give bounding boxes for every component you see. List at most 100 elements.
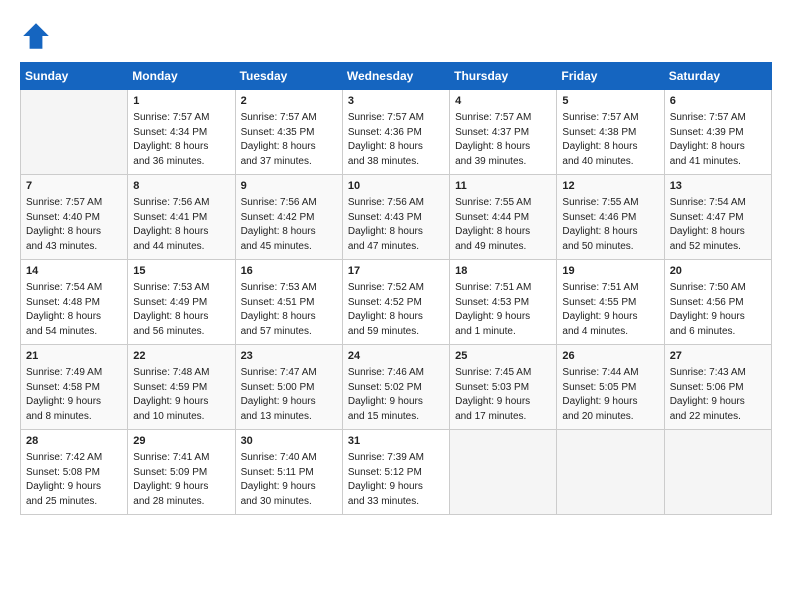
day-number: 18 [455,264,551,279]
day-info: Sunrise: 7:44 AM Sunset: 5:05 PM Dayligh… [562,366,658,424]
calendar-cell: 23 Sunrise: 7:47 AM Sunset: 5:00 PM Dayli… [235,345,342,430]
calendar-cell [450,430,557,515]
day-number: 6 [670,94,766,109]
day-info: Sunrise: 7:43 AM Sunset: 5:06 PM Dayligh… [670,366,766,424]
calendar-cell: 4 Sunrise: 7:57 AM Sunset: 4:37 PM Daylig… [450,90,557,175]
day-info: Sunrise: 7:55 AM Sunset: 4:46 PM Dayligh… [562,196,658,254]
weekday-header: Saturday [664,63,771,90]
day-info: Sunrise: 7:50 AM Sunset: 4:56 PM Dayligh… [670,281,766,339]
calendar-cell: 21 Sunrise: 7:49 AM Sunset: 4:58 PM Dayli… [21,345,128,430]
day-number: 2 [241,94,337,109]
page-header [20,20,772,52]
day-number: 22 [133,349,229,364]
calendar-cell [664,430,771,515]
day-number: 19 [562,264,658,279]
calendar-cell: 27 Sunrise: 7:43 AM Sunset: 5:06 PM Dayli… [664,345,771,430]
day-number: 27 [670,349,766,364]
calendar-table: SundayMondayTuesdayWednesdayThursdayFrid… [20,62,772,515]
day-info: Sunrise: 7:57 AM Sunset: 4:39 PM Dayligh… [670,111,766,169]
day-number: 9 [241,179,337,194]
logo-icon [20,20,52,52]
day-number: 14 [26,264,122,279]
day-number: 15 [133,264,229,279]
calendar-week-row: 21 Sunrise: 7:49 AM Sunset: 4:58 PM Dayli… [21,345,772,430]
day-info: Sunrise: 7:53 AM Sunset: 4:49 PM Dayligh… [133,281,229,339]
calendar-cell: 5Sunrise: 7:57 AM Sunset: 4:38 PM Daylig… [557,90,664,175]
day-info: Sunrise: 7:39 AM Sunset: 5:12 PM Dayligh… [348,451,444,509]
day-info: Sunrise: 7:56 AM Sunset: 4:43 PM Dayligh… [348,196,444,254]
weekday-header: Thursday [450,63,557,90]
day-number: 26 [562,349,658,364]
day-number: 7 [26,179,122,194]
calendar-cell: 10 Sunrise: 7:56 AM Sunset: 4:43 PM Dayli… [342,175,449,260]
calendar-week-row: 1Sunrise: 7:57 AM Sunset: 4:34 PM Daylig… [21,90,772,175]
day-info: Sunrise: 7:46 AM Sunset: 5:02 PM Dayligh… [348,366,444,424]
day-number: 8 [133,179,229,194]
calendar-week-row: 14 Sunrise: 7:54 AM Sunset: 4:48 PM Dayli… [21,260,772,345]
day-number: 12 [562,179,658,194]
calendar-week-row: 28Sunrise: 7:42 AM Sunset: 5:08 PM Dayli… [21,430,772,515]
calendar-cell: 26 Sunrise: 7:44 AM Sunset: 5:05 PM Dayli… [557,345,664,430]
day-info: Sunrise: 7:56 AM Sunset: 4:41 PM Dayligh… [133,196,229,254]
calendar-cell: 18 Sunrise: 7:51 AM Sunset: 4:53 PM Dayli… [450,260,557,345]
calendar-cell: 2Sunrise: 7:57 AM Sunset: 4:35 PM Daylig… [235,90,342,175]
weekday-header: Sunday [21,63,128,90]
calendar-cell: 24Sunrise: 7:46 AM Sunset: 5:02 PM Dayli… [342,345,449,430]
calendar-cell: 30 Sunrise: 7:40 AM Sunset: 5:11 PM Dayli… [235,430,342,515]
day-number: 16 [241,264,337,279]
day-info: Sunrise: 7:40 AM Sunset: 5:11 PM Dayligh… [241,451,337,509]
calendar-cell: 29Sunrise: 7:41 AM Sunset: 5:09 PM Dayli… [128,430,235,515]
day-info: Sunrise: 7:54 AM Sunset: 4:47 PM Dayligh… [670,196,766,254]
calendar-cell [21,90,128,175]
day-number: 23 [241,349,337,364]
day-info: Sunrise: 7:48 AM Sunset: 4:59 PM Dayligh… [133,366,229,424]
day-info: Sunrise: 7:56 AM Sunset: 4:42 PM Dayligh… [241,196,337,254]
calendar-cell: 11 Sunrise: 7:55 AM Sunset: 4:44 PM Dayli… [450,175,557,260]
calendar-cell: 15 Sunrise: 7:53 AM Sunset: 4:49 PM Dayli… [128,260,235,345]
day-number: 11 [455,179,551,194]
calendar-cell: 31 Sunrise: 7:39 AM Sunset: 5:12 PM Dayli… [342,430,449,515]
day-number: 31 [348,434,444,449]
day-info: Sunrise: 7:57 AM Sunset: 4:40 PM Dayligh… [26,196,122,254]
day-number: 3 [348,94,444,109]
day-number: 21 [26,349,122,364]
day-number: 13 [670,179,766,194]
calendar-cell: 7 Sunrise: 7:57 AM Sunset: 4:40 PM Daylig… [21,175,128,260]
day-info: Sunrise: 7:51 AM Sunset: 4:55 PM Dayligh… [562,281,658,339]
calendar-cell: 12 Sunrise: 7:55 AM Sunset: 4:46 PM Dayli… [557,175,664,260]
calendar-cell: 13 Sunrise: 7:54 AM Sunset: 4:47 PM Dayli… [664,175,771,260]
day-info: Sunrise: 7:55 AM Sunset: 4:44 PM Dayligh… [455,196,551,254]
calendar-cell: 9 Sunrise: 7:56 AM Sunset: 4:42 PM Daylig… [235,175,342,260]
day-number: 4 [455,94,551,109]
day-info: Sunrise: 7:51 AM Sunset: 4:53 PM Dayligh… [455,281,551,339]
day-info: Sunrise: 7:42 AM Sunset: 5:08 PM Dayligh… [26,451,122,509]
weekday-header: Monday [128,63,235,90]
calendar-cell: 6 Sunrise: 7:57 AM Sunset: 4:39 PM Daylig… [664,90,771,175]
calendar-cell: 22 Sunrise: 7:48 AM Sunset: 4:59 PM Dayli… [128,345,235,430]
logo [20,20,56,52]
calendar-cell: 8 Sunrise: 7:56 AM Sunset: 4:41 PM Daylig… [128,175,235,260]
calendar-cell: 25Sunrise: 7:45 AM Sunset: 5:03 PM Dayli… [450,345,557,430]
day-info: Sunrise: 7:57 AM Sunset: 4:34 PM Dayligh… [133,111,229,169]
day-info: Sunrise: 7:57 AM Sunset: 4:37 PM Dayligh… [455,111,551,169]
day-number: 10 [348,179,444,194]
weekday-header-row: SundayMondayTuesdayWednesdayThursdayFrid… [21,63,772,90]
day-info: Sunrise: 7:41 AM Sunset: 5:09 PM Dayligh… [133,451,229,509]
calendar-cell: 1Sunrise: 7:57 AM Sunset: 4:34 PM Daylig… [128,90,235,175]
calendar-cell [557,430,664,515]
calendar-week-row: 7 Sunrise: 7:57 AM Sunset: 4:40 PM Daylig… [21,175,772,260]
calendar-cell: 28Sunrise: 7:42 AM Sunset: 5:08 PM Dayli… [21,430,128,515]
day-info: Sunrise: 7:57 AM Sunset: 4:38 PM Dayligh… [562,111,658,169]
day-info: Sunrise: 7:54 AM Sunset: 4:48 PM Dayligh… [26,281,122,339]
day-number: 30 [241,434,337,449]
weekday-header: Wednesday [342,63,449,90]
calendar-cell: 17Sunrise: 7:52 AM Sunset: 4:52 PM Dayli… [342,260,449,345]
calendar-cell: 14 Sunrise: 7:54 AM Sunset: 4:48 PM Dayli… [21,260,128,345]
day-number: 20 [670,264,766,279]
calendar-cell: 20 Sunrise: 7:50 AM Sunset: 4:56 PM Dayli… [664,260,771,345]
day-info: Sunrise: 7:49 AM Sunset: 4:58 PM Dayligh… [26,366,122,424]
day-number: 25 [455,349,551,364]
day-info: Sunrise: 7:53 AM Sunset: 4:51 PM Dayligh… [241,281,337,339]
day-info: Sunrise: 7:57 AM Sunset: 4:36 PM Dayligh… [348,111,444,169]
day-info: Sunrise: 7:47 AM Sunset: 5:00 PM Dayligh… [241,366,337,424]
